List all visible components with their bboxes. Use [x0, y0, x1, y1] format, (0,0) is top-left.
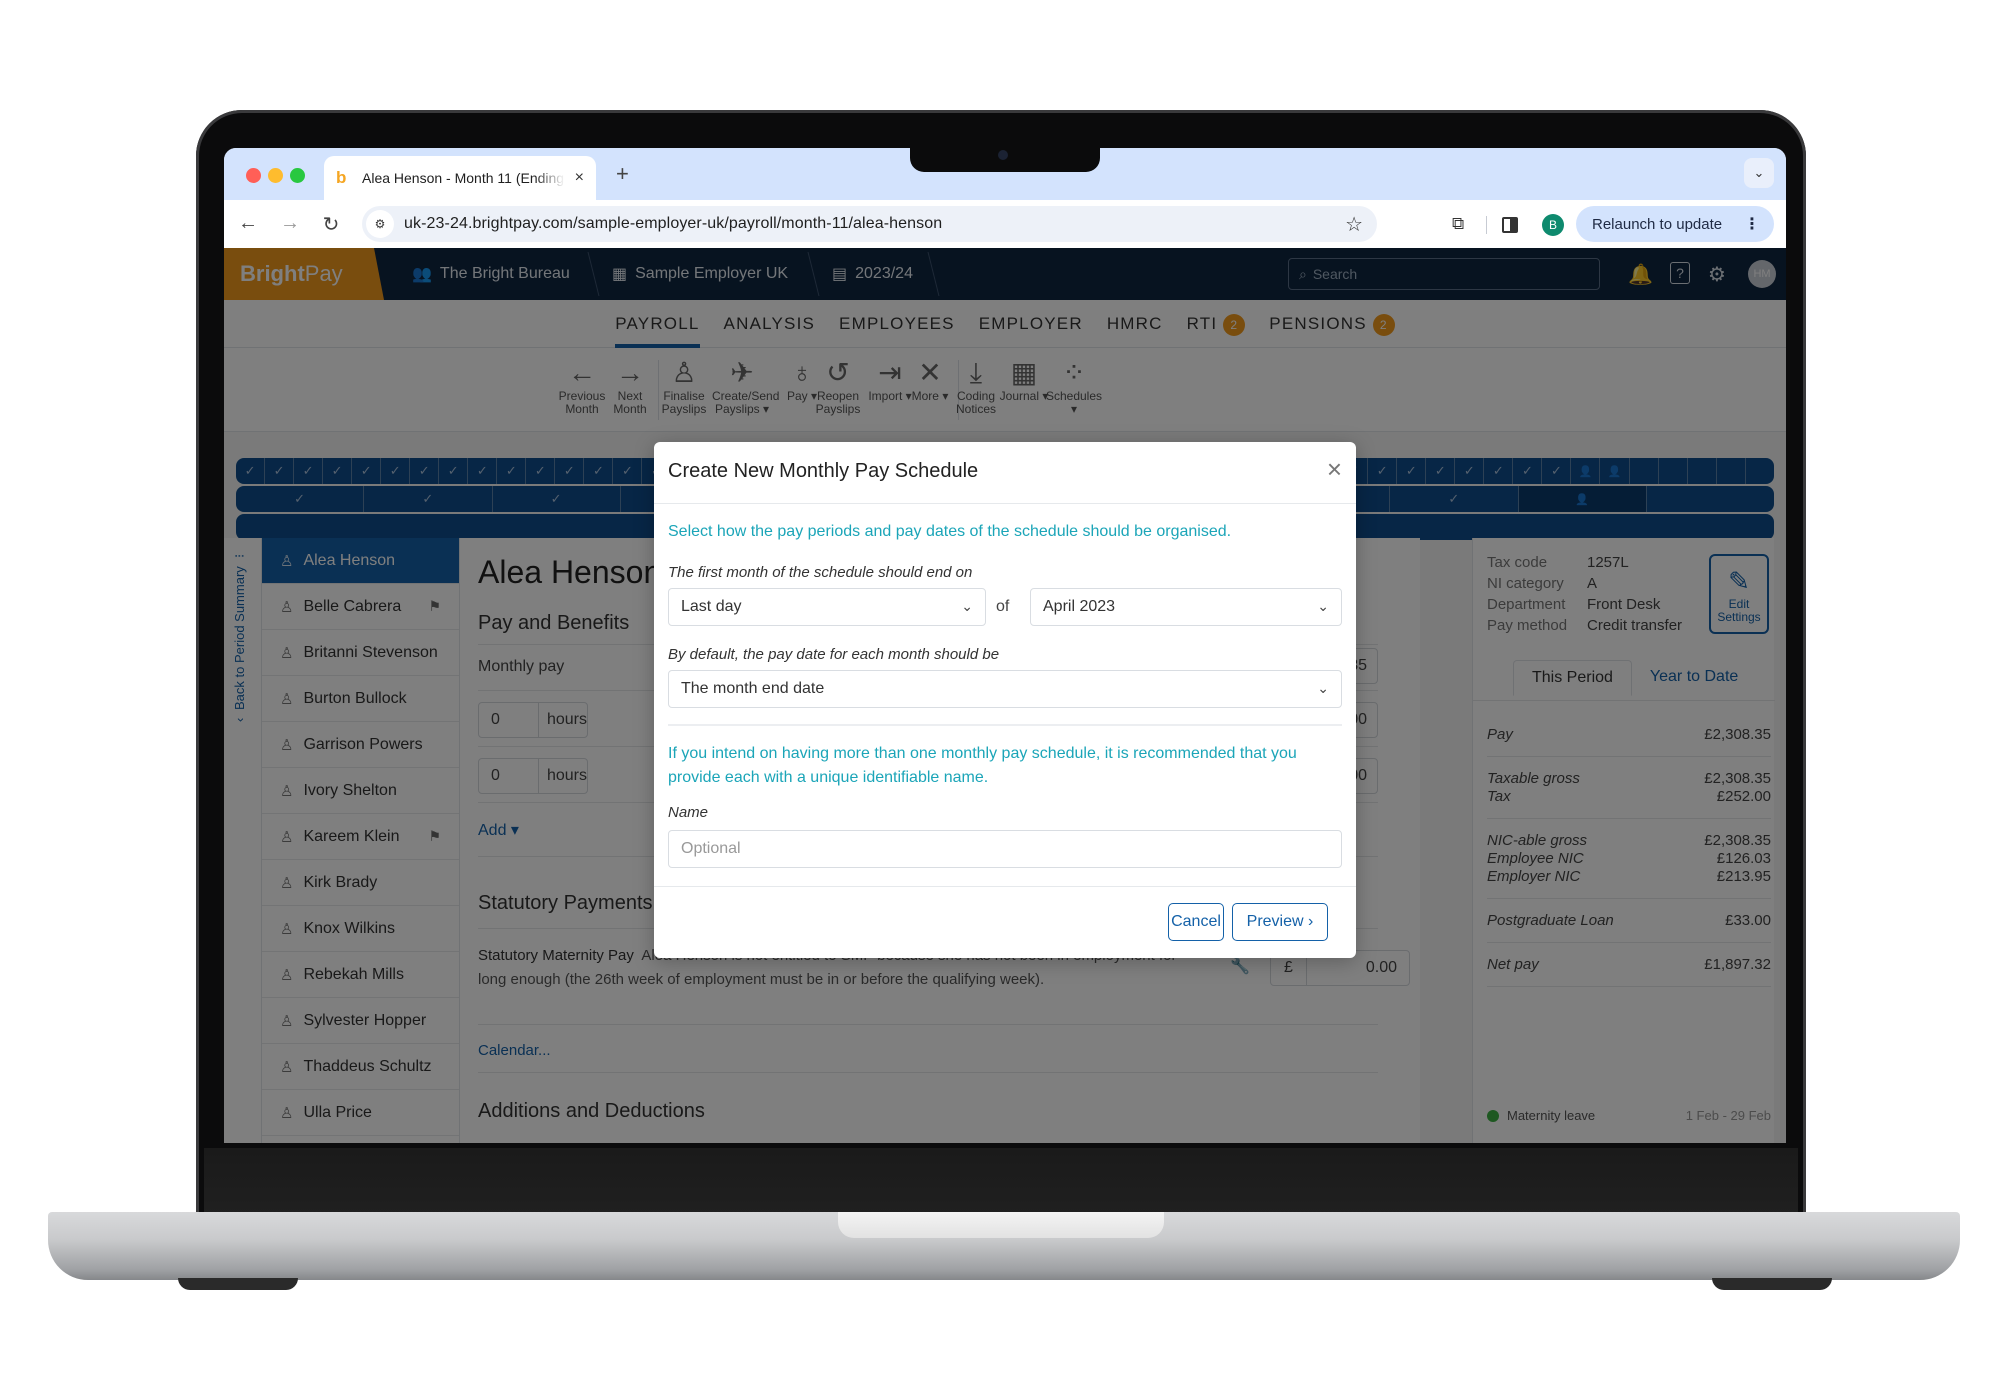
- dialog-title: Create New Monthly Pay Schedule: [668, 460, 979, 482]
- camera-icon: [998, 150, 1008, 160]
- chevron-down-icon: ⌄: [1317, 598, 1329, 614]
- tab-close-icon[interactable]: ×: [575, 169, 584, 187]
- schedule-name-input[interactable]: [668, 830, 1342, 868]
- brightpay-favicon-icon: b: [336, 168, 347, 187]
- laptop-foot-right: [1712, 1278, 1832, 1290]
- window-minimize-button[interactable]: [268, 168, 283, 183]
- month-select-value: April 2023: [1043, 598, 1116, 615]
- dialog-footer: Cancel Preview ›: [654, 886, 1356, 958]
- pay-date-select-value: The month end date: [681, 680, 825, 697]
- toolbar-divider: [1486, 216, 1487, 234]
- forward-button[interactable]: →: [278, 212, 302, 235]
- day-select[interactable]: Last day ⌄: [668, 588, 986, 626]
- relaunch-label: Relaunch to update: [1592, 215, 1723, 233]
- browser-menu-icon[interactable]: ⋮: [1744, 214, 1760, 234]
- laptop-chin: [204, 1148, 1798, 1218]
- tab-search-button[interactable]: ⌄: [1744, 158, 1774, 188]
- chevron-down-icon: ⌄: [961, 598, 973, 614]
- profile-avatar[interactable]: B: [1542, 214, 1564, 236]
- dialog-header: Create New Monthly Pay Schedule ×: [654, 442, 1356, 504]
- side-panel-icon[interactable]: [1502, 217, 1518, 233]
- window-zoom-button[interactable]: [290, 168, 305, 183]
- back-button[interactable]: ←: [236, 212, 260, 235]
- reload-button[interactable]: ↻: [319, 212, 343, 237]
- laptop-lid-notch: [838, 1212, 1164, 1238]
- browser-toolbar: ← → ↻ ⚙ uk-23-24.brightpay.com/sample-em…: [224, 200, 1786, 248]
- chevron-down-icon: ⌄: [1317, 680, 1329, 696]
- name-label: Name: [668, 804, 709, 821]
- extensions-icon[interactable]: ⧉: [1452, 214, 1464, 234]
- intro-hint: Select how the pay periods and pay dates…: [668, 523, 1232, 540]
- site-info-icon[interactable]: ⚙: [366, 210, 394, 238]
- window-close-button[interactable]: [246, 168, 261, 183]
- preview-button[interactable]: Preview ›: [1232, 903, 1328, 941]
- close-icon[interactable]: ×: [1327, 454, 1342, 485]
- laptop-foot-left: [178, 1278, 298, 1290]
- pay-date-select[interactable]: The month end date ⌄: [668, 670, 1342, 708]
- name-hint: If you intend on having more than one mo…: [668, 745, 1297, 786]
- bookmark-star-icon[interactable]: ☆: [1345, 212, 1363, 237]
- tab-title: Alea Henson - Month 11 (Ending: [362, 170, 565, 186]
- cancel-button[interactable]: Cancel: [1168, 903, 1224, 941]
- create-pay-schedule-dialog: Create New Monthly Pay Schedule × Select…: [654, 442, 1356, 958]
- first-month-label: The first month of the schedule should e…: [668, 564, 973, 581]
- of-label: of: [996, 598, 1010, 615]
- month-select[interactable]: April 2023 ⌄: [1030, 588, 1342, 626]
- screen: b Alea Henson - Month 11 (Ending × + ⌄ ←…: [224, 148, 1786, 1143]
- address-bar[interactable]: ⚙ uk-23-24.brightpay.com/sample-employer…: [362, 206, 1377, 242]
- new-tab-button[interactable]: +: [616, 161, 629, 187]
- divider: [668, 724, 1342, 726]
- pay-date-label: By default, the pay date for each month …: [668, 646, 1000, 663]
- day-select-value: Last day: [681, 598, 742, 615]
- browser-tab[interactable]: b Alea Henson - Month 11 (Ending ×: [324, 156, 596, 200]
- relaunch-to-update-button[interactable]: Relaunch to update ⋮: [1576, 206, 1774, 242]
- url-text[interactable]: uk-23-24.brightpay.com/sample-employer-u…: [404, 215, 942, 233]
